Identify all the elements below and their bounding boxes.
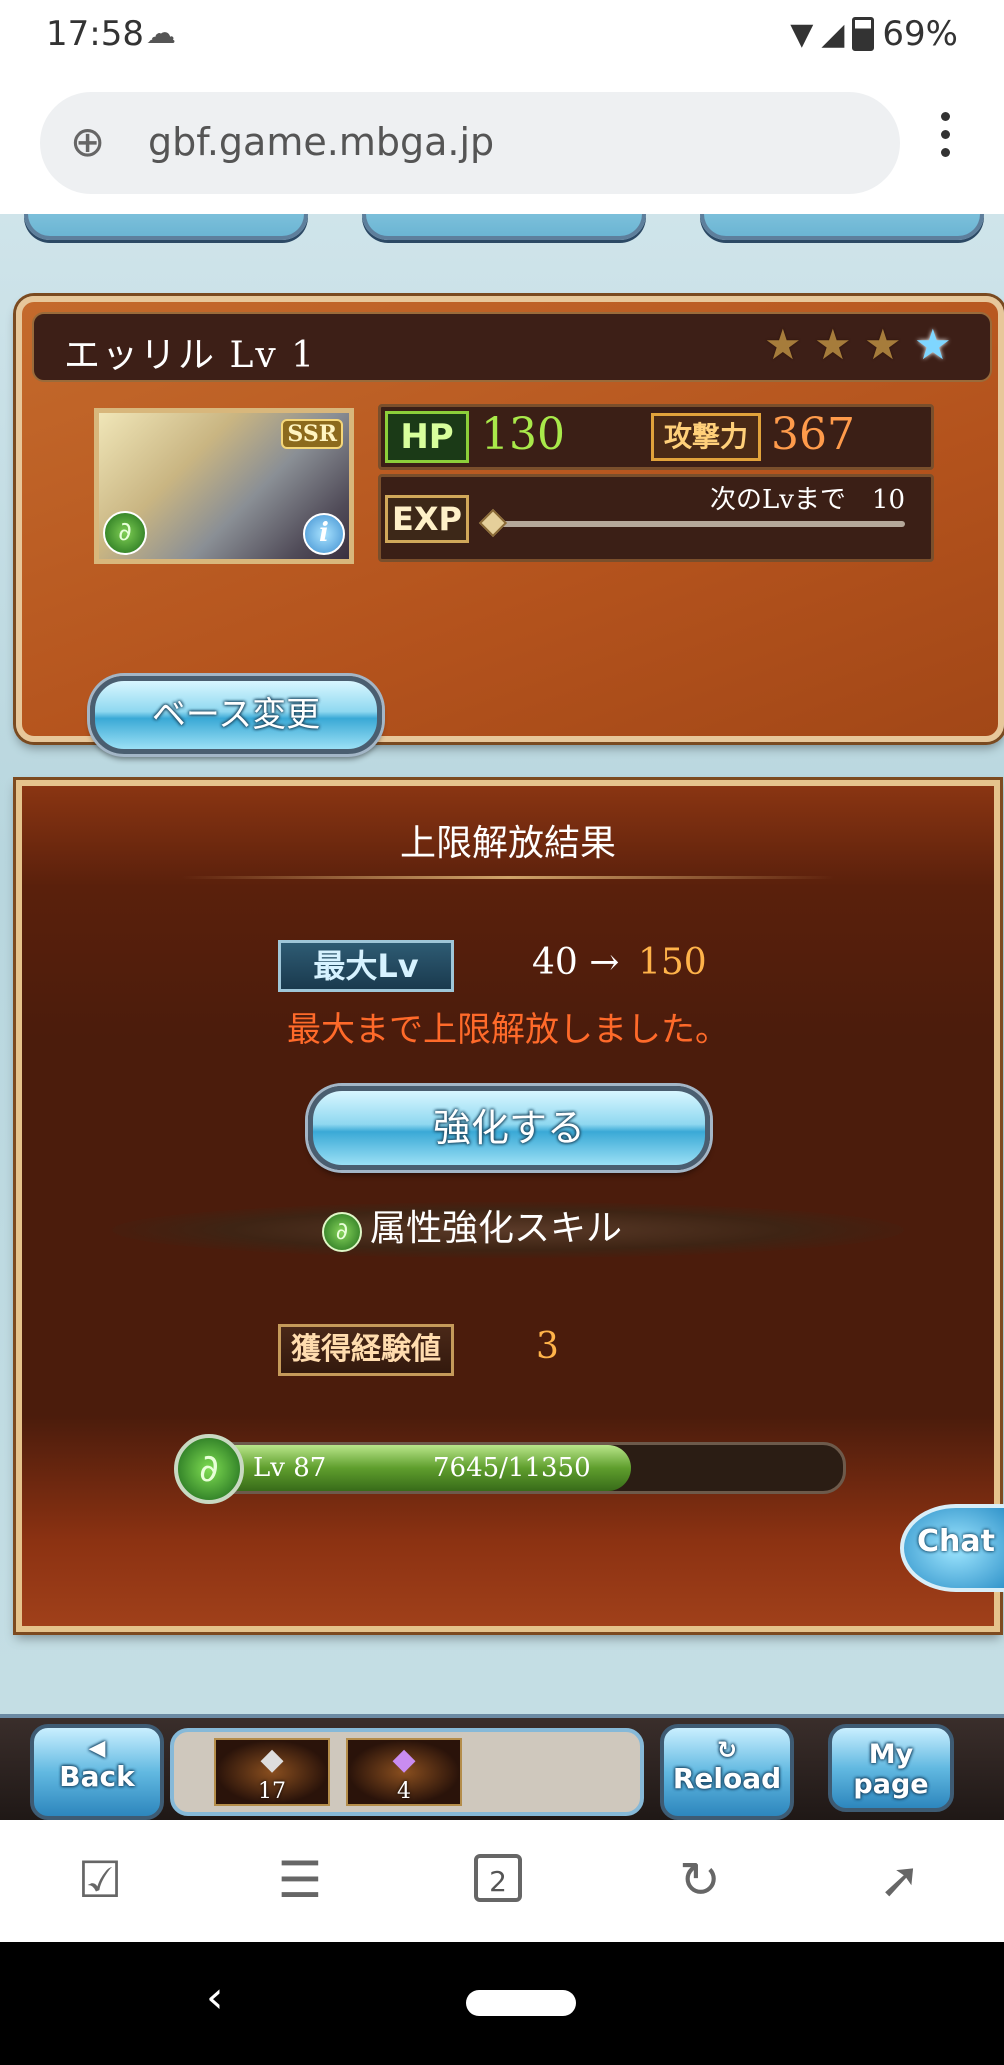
item-slot[interactable]: ◆ 17 bbox=[214, 1738, 330, 1806]
mypage-button[interactable]: My page bbox=[828, 1724, 954, 1812]
browser-address-area: ⊕ gbf.game.mbga.jp bbox=[0, 72, 1004, 214]
back-arrow-icon: ◀ bbox=[88, 1736, 106, 1761]
result-title: 上限解放結果 bbox=[399, 823, 616, 864]
wind-element-icon: ∂ bbox=[103, 511, 147, 555]
address-bar[interactable]: ⊕ gbf.game.mbga.jp bbox=[40, 92, 900, 194]
character-portrait[interactable]: SSR ∂ i bbox=[94, 408, 354, 564]
exp-to-next: 次のLvまで 10 bbox=[709, 485, 905, 515]
info-icon[interactable]: i bbox=[303, 513, 345, 555]
gained-exp-value: 3 bbox=[536, 1326, 559, 1367]
hp-label: HP bbox=[385, 411, 469, 463]
reload-button[interactable]: ↻ Reload bbox=[660, 1724, 794, 1820]
chat-button[interactable]: Chat bbox=[900, 1504, 1004, 1592]
nav-back-icon[interactable]: ‹ bbox=[206, 1972, 224, 2023]
skill-exp-bar: Lv 87 7645/11350 bbox=[190, 1442, 846, 1494]
purple-item-icon: ◆ bbox=[392, 1742, 416, 1777]
exp-box: EXP 次のLvまで 10 bbox=[378, 474, 934, 562]
nav-home-pill[interactable] bbox=[466, 1990, 576, 2016]
max-level-label: 最大Lv bbox=[278, 940, 454, 992]
top-tab-3[interactable] bbox=[700, 214, 984, 240]
url-text[interactable]: gbf.game.mbga.jp bbox=[148, 120, 494, 164]
game-viewport: エッリル Lv 1 ★ ★ ★ ★ SSR ∂ i HP 130 攻撃力 367… bbox=[0, 214, 1004, 1820]
menu-lines-icon[interactable]: ☰ bbox=[270, 1850, 330, 1910]
character-header: エッリル Lv 1 ★ ★ ★ ★ bbox=[32, 312, 992, 382]
checkbox-icon[interactable]: ☑ bbox=[70, 1850, 130, 1910]
rarity-badge: SSR bbox=[281, 419, 343, 449]
item-quantity: 17 bbox=[258, 1779, 286, 1804]
battery-percent: 69% bbox=[882, 14, 958, 54]
blue-star-icon: ★ bbox=[914, 320, 952, 369]
wind-element-icon: ∂ bbox=[322, 1212, 362, 1252]
item-quantity: 4 bbox=[397, 1779, 411, 1804]
limit-break-result-panel: 上限解放結果 最大Lv 40 → 150 最大まで上限解放しました。 強化する … bbox=[16, 780, 1000, 1632]
refresh-icon[interactable]: ↻ bbox=[670, 1850, 730, 1910]
cloud-icon: ☁ bbox=[146, 16, 176, 51]
status-right: ▼ ◢ 69% bbox=[790, 14, 958, 54]
attack-value: 367 bbox=[771, 409, 855, 460]
star-icon: ★ bbox=[864, 320, 902, 369]
star-icon: ★ bbox=[814, 320, 852, 369]
silver-item-icon: ◆ bbox=[260, 1742, 284, 1777]
globe-icon: ⊕ bbox=[70, 117, 106, 166]
browser-bottom-toolbar: ☑ ☰ 2 ↻ ➚ bbox=[0, 1820, 1004, 1942]
tab-switcher-button[interactable]: 2 bbox=[474, 1854, 522, 1902]
status-bar: 17:58 ☁ ▼ ◢ 69% bbox=[0, 0, 1004, 72]
stats-box: HP 130 攻撃力 367 bbox=[378, 404, 934, 470]
back-label: Back bbox=[59, 1760, 135, 1793]
attack-label: 攻撃力 bbox=[651, 413, 761, 461]
top-tab-1[interactable] bbox=[24, 214, 308, 240]
gained-exp-label: 獲得経験値 bbox=[278, 1324, 454, 1376]
reload-label: Reload bbox=[672, 1762, 782, 1795]
skill-level: Lv 87 bbox=[253, 1453, 327, 1483]
wifi-icon: ▼ bbox=[790, 16, 814, 52]
exp-label: EXP bbox=[385, 495, 469, 543]
base-change-button[interactable]: ベース変更 bbox=[90, 676, 382, 754]
browser-menu-icon[interactable] bbox=[930, 112, 960, 172]
battery-icon bbox=[852, 17, 875, 51]
level-from: 40 → bbox=[532, 942, 620, 983]
top-tab-2[interactable] bbox=[362, 214, 646, 240]
signal-icon: ◢ bbox=[821, 16, 845, 52]
rocket-icon[interactable]: ➚ bbox=[870, 1850, 930, 1910]
item-slot[interactable]: ◆ 4 bbox=[346, 1738, 462, 1806]
character-panel: エッリル Lv 1 ★ ★ ★ ★ SSR ∂ i HP 130 攻撃力 367… bbox=[16, 296, 1004, 754]
system-nav-bar: ‹ bbox=[0, 1942, 1004, 2065]
back-button[interactable]: ◀ Back bbox=[30, 1724, 164, 1820]
character-name: エッリル Lv 1 bbox=[64, 335, 317, 376]
item-tray: ◆ 17 ◆ 4 bbox=[170, 1728, 644, 1816]
hp-value: 130 bbox=[481, 409, 565, 460]
exp-bar-knob bbox=[478, 508, 508, 538]
star-icon: ★ bbox=[764, 320, 802, 369]
title-divider bbox=[182, 876, 834, 879]
wind-orb-icon: ∂ bbox=[174, 1434, 244, 1504]
game-bottom-bar: ◀ Back ◆ 17 ◆ 4 ↻ Reload My page bbox=[0, 1714, 1004, 1820]
reload-icon: ↻ bbox=[716, 1736, 738, 1764]
enhance-button[interactable]: 強化する bbox=[308, 1086, 710, 1170]
level-to: 150 bbox=[638, 942, 707, 983]
exp-bar bbox=[491, 521, 905, 527]
status-time: 17:58 bbox=[46, 14, 144, 54]
limit-break-message: 最大まで上限解放しました。 bbox=[287, 1010, 729, 1050]
element-skill-title: 属性強化スキル bbox=[370, 1208, 623, 1249]
skill-exp-text: 7645/11350 bbox=[433, 1453, 591, 1483]
